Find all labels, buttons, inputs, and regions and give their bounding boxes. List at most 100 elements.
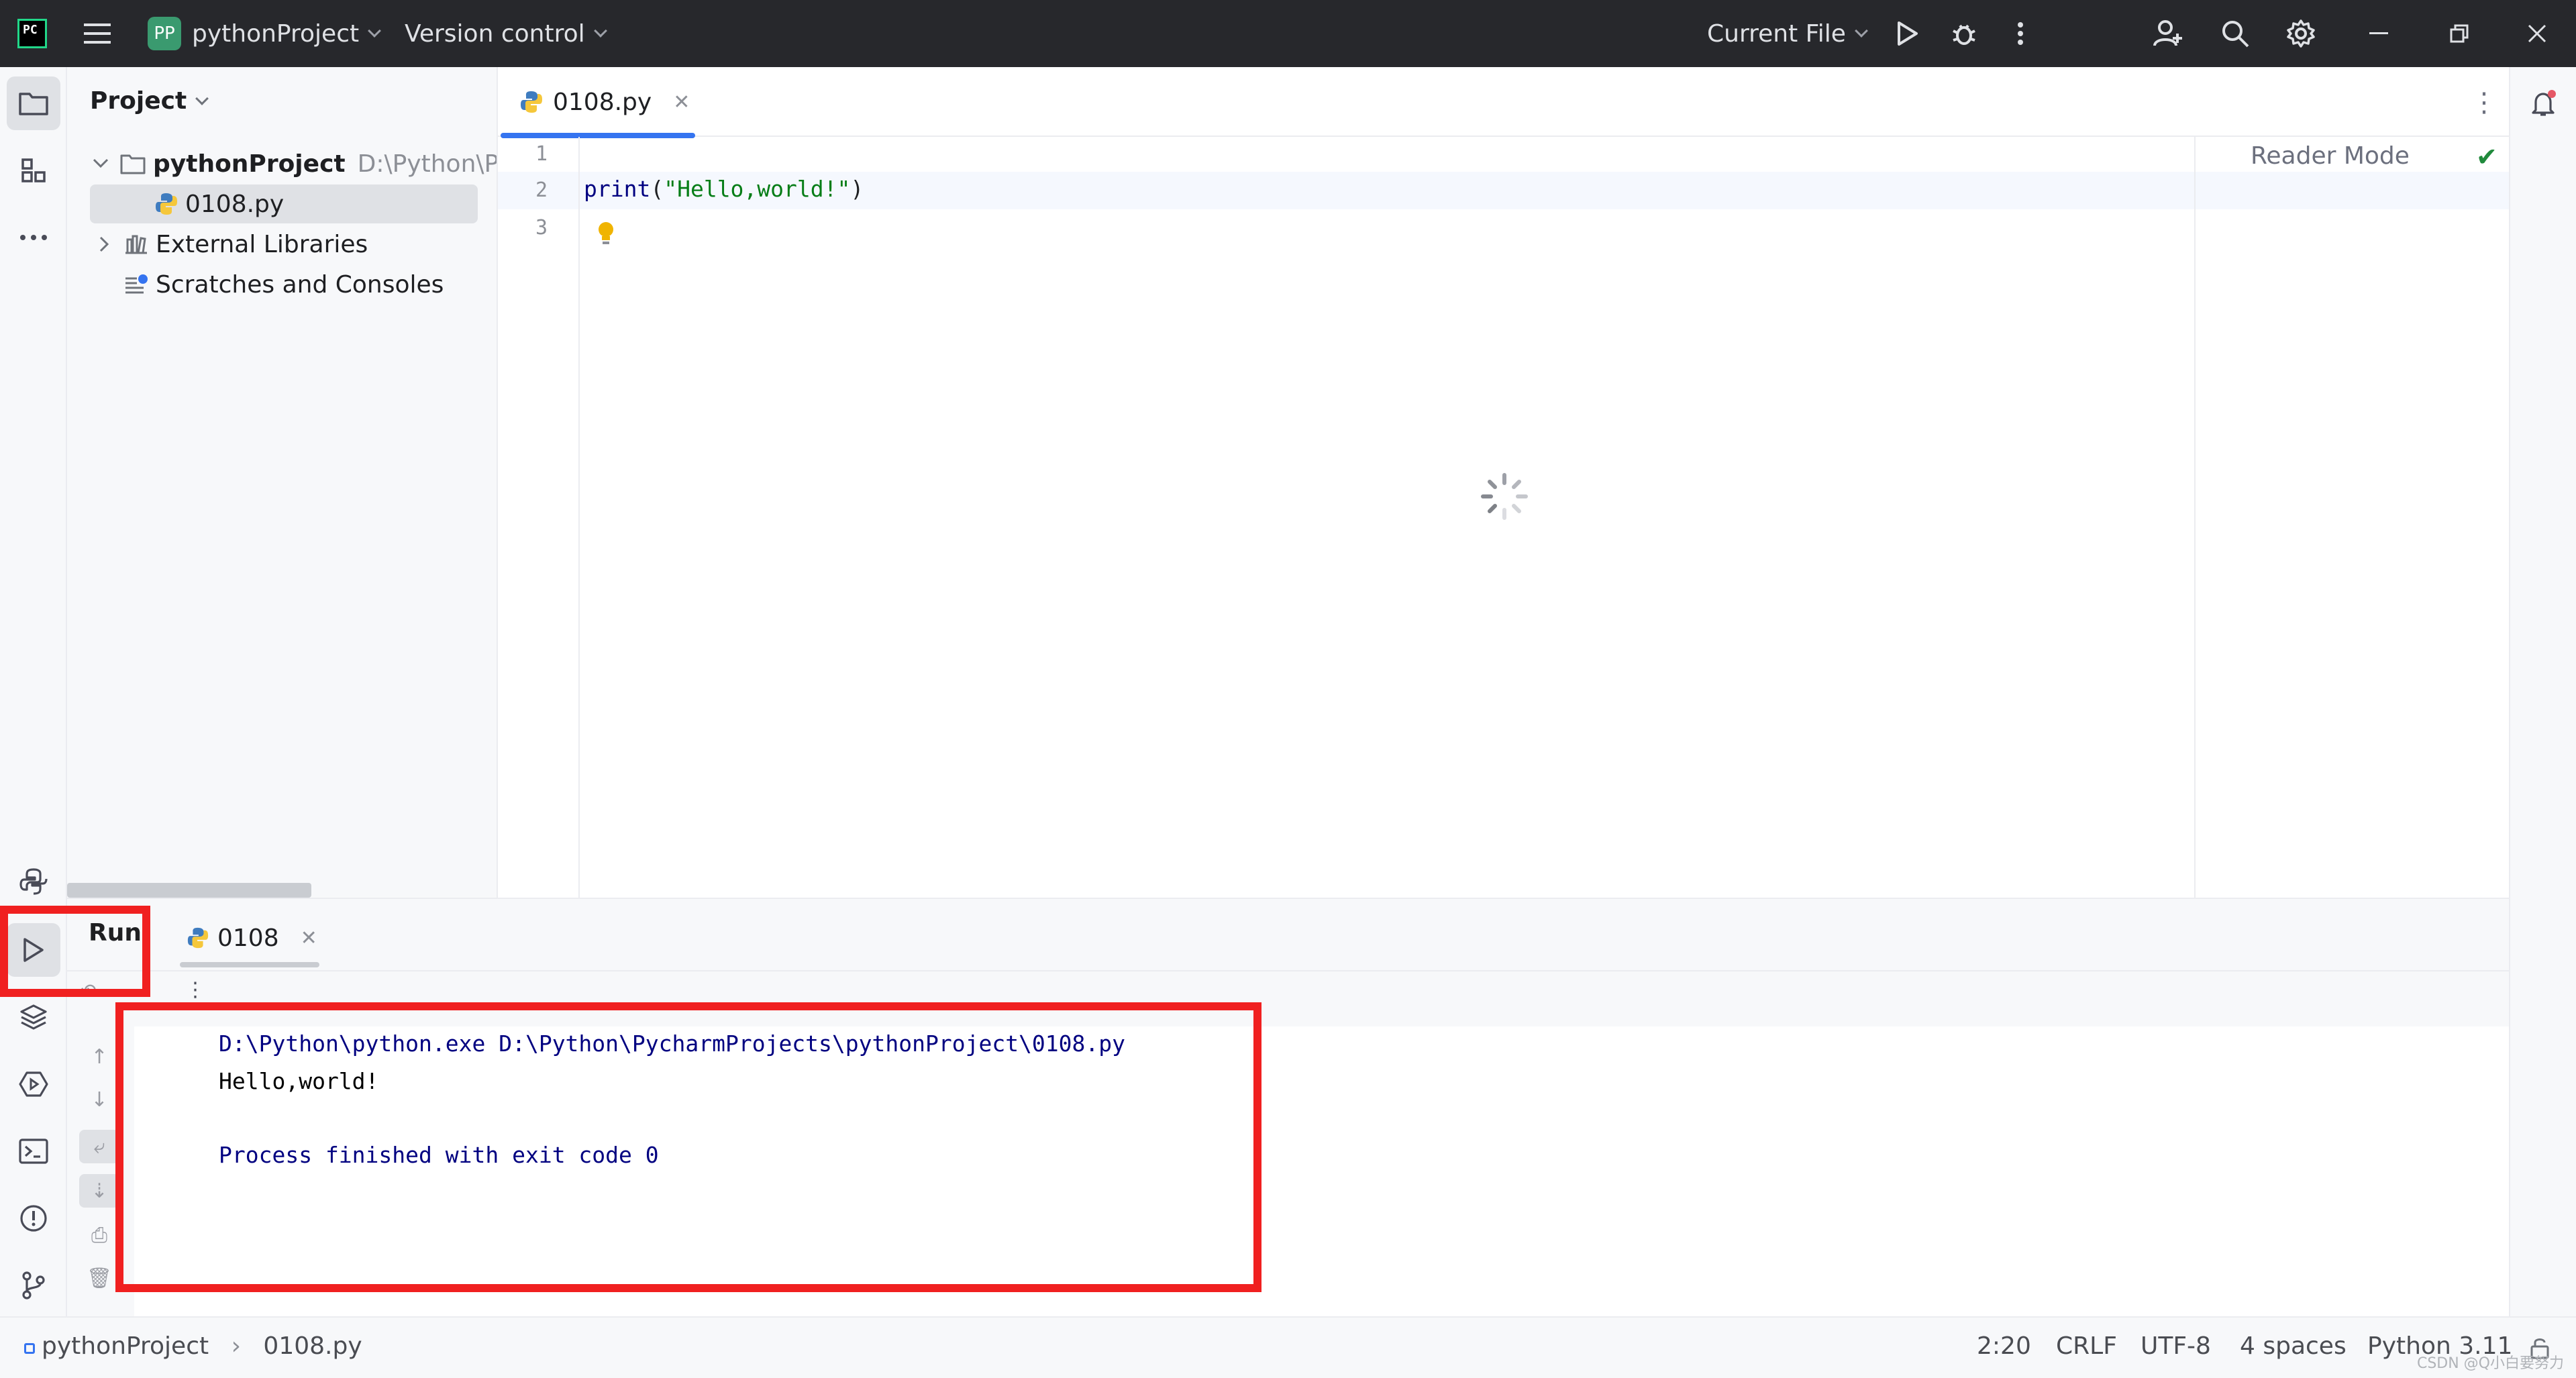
folder-icon [119, 152, 146, 175]
problems-icon[interactable] [7, 1191, 60, 1245]
python-file-icon [519, 90, 544, 114]
reader-mode-toggle[interactable]: Reader Mode [2251, 142, 2410, 170]
run-tab-0108[interactable]: 0108 ✕ [180, 906, 319, 970]
module-square-icon [24, 1343, 35, 1354]
run-config-selector[interactable]: Current File [1707, 0, 1866, 67]
python-packages-layers-icon[interactable] [7, 990, 60, 1044]
scroll-down-arrow-icon[interactable]: ↓ [79, 1083, 119, 1116]
project-switcher[interactable]: PP pythonProject [148, 0, 379, 67]
breadcrumb-file: 0108.py [263, 1332, 362, 1360]
project-panel-title: Project [90, 87, 187, 115]
project-name: pythonProject [192, 20, 359, 48]
print-icon[interactable]: ⎙ [79, 1218, 119, 1252]
minimize-window-icon[interactable] [2362, 17, 2395, 50]
tree-item-label: External Libraries [156, 231, 368, 258]
horizontal-scrollbar[interactable] [67, 883, 311, 898]
tree-item-scratches[interactable]: Scratches and Consoles [123, 265, 444, 304]
active-run-tab-indicator [180, 962, 319, 967]
tree-item-label: Scratches and Consoles [156, 271, 444, 299]
line-number-gutter: 1 2 3 [498, 137, 580, 923]
chevron-right-icon[interactable] [98, 235, 111, 254]
editor-tab-bar: 0108.py ✕ ⋮ [498, 67, 2509, 137]
tree-item-path: D:\Python\Pych [358, 150, 498, 178]
services-icon[interactable] [7, 1057, 60, 1111]
version-control-label: Version control [405, 20, 585, 48]
chevron-down-icon [594, 24, 607, 38]
status-bar: pythonProject › 0108.py 2:20 CRLF UTF-8 … [0, 1316, 2576, 1378]
soft-wrap-icon[interactable]: ⤶ [79, 1130, 119, 1163]
python-file-icon [154, 192, 178, 216]
project-badge: PP [148, 17, 181, 50]
version-control-menu[interactable]: Version control [405, 0, 605, 67]
git-branch-icon[interactable] [7, 1259, 60, 1312]
clear-trash-icon[interactable]: 🗑 [79, 1261, 119, 1295]
run-tab-label: 0108 [217, 924, 279, 952]
intention-bulb-icon[interactable] [596, 220, 616, 250]
run-play-icon[interactable] [1891, 17, 1924, 50]
scroll-to-end-icon[interactable]: ⇣ [79, 1174, 119, 1208]
chevron-down-icon [368, 24, 381, 38]
project-tool-folder-icon[interactable] [7, 76, 60, 130]
close-tab-icon[interactable]: ✕ [301, 926, 317, 950]
library-icon [123, 233, 149, 256]
project-panel-header[interactable]: Project [90, 87, 207, 115]
more-actions-kebab-icon[interactable] [2004, 17, 2037, 50]
code-string: "Hello,world!" [664, 176, 850, 202]
tree-item-label: 0108.py [185, 191, 284, 218]
main-menu-hamburger-icon[interactable] [81, 17, 114, 50]
line-separator[interactable]: CRLF [2056, 1332, 2117, 1360]
caret-position[interactable]: 2:20 [1977, 1332, 2031, 1360]
search-icon[interactable] [2218, 17, 2252, 50]
debug-bug-icon[interactable] [1947, 17, 1981, 50]
close-window-icon[interactable] [2520, 17, 2554, 50]
tree-item-project-root[interactable]: pythonProject D:\Python\Pych [91, 144, 498, 183]
restore-window-icon[interactable] [2442, 17, 2476, 50]
editor-tab-0108[interactable]: 0108.py ✕ [498, 67, 697, 137]
left-tool-strip [0, 67, 67, 1316]
indent-setting[interactable]: 4 spaces [2240, 1332, 2347, 1360]
right-tool-strip [2509, 67, 2576, 1316]
file-encoding[interactable]: UTF-8 [2141, 1332, 2211, 1360]
annotation-console-output-highlight [115, 1002, 1261, 1292]
inspection-ok-check-icon[interactable]: ✔ [2476, 142, 2497, 172]
chevron-down-icon[interactable] [91, 157, 110, 170]
editor-more-kebab-icon[interactable]: ⋮ [2471, 87, 2497, 118]
code-paren-close: ) [850, 176, 864, 202]
scroll-up-arrow-icon[interactable]: ↑ [79, 1040, 119, 1073]
more-tools-icon[interactable] [7, 211, 60, 264]
breadcrumb[interactable]: pythonProject › 0108.py [24, 1332, 362, 1360]
editor-tab-label: 0108.py [553, 89, 652, 116]
add-user-icon[interactable] [2151, 17, 2185, 50]
scratches-icon [123, 273, 149, 296]
right-margin-guide [2194, 137, 2196, 923]
editor-area: 0108.py ✕ ⋮ 1 2 3 print("Hello,world!") … [498, 67, 2509, 898]
project-panel: Project pythonProject D:\Python\Pych 010… [67, 67, 498, 898]
watermark: CSDN @Q小白要努力 [2417, 1351, 2564, 1373]
python-console-icon[interactable] [7, 855, 60, 908]
chevron-down-icon [1855, 24, 1868, 38]
notifications-bell-icon[interactable] [2517, 76, 2571, 130]
structure-icon[interactable] [7, 144, 60, 197]
terminal-icon[interactable] [7, 1124, 60, 1178]
line-number: 2 [498, 178, 548, 202]
tree-item-file[interactable]: 0108.py [90, 184, 478, 223]
loading-spinner-icon [1478, 470, 1531, 526]
breadcrumb-project: pythonProject [42, 1332, 209, 1360]
close-tab-icon[interactable]: ✕ [673, 91, 690, 114]
code-function: print [584, 176, 650, 202]
code-line-2[interactable]: print("Hello,world!") [584, 176, 864, 202]
python-file-icon [187, 926, 209, 949]
chevron-down-icon [195, 92, 209, 105]
tree-item-label: pythonProject [153, 150, 346, 178]
run-toolbar-separator [67, 970, 2509, 971]
annotation-run-button-highlight [0, 906, 150, 997]
pycharm-logo-icon: PC [17, 19, 47, 48]
line-number: 1 [498, 142, 548, 166]
run-config-label: Current File [1707, 20, 1846, 48]
title-bar: PC PP pythonProject Version control Curr… [0, 0, 2576, 67]
tree-item-external-libraries[interactable]: External Libraries [98, 225, 368, 264]
run-toolbar-more-icon[interactable]: ⋮ [185, 978, 205, 1002]
code-paren-open: ( [650, 176, 664, 202]
settings-gear-icon[interactable] [2284, 17, 2318, 50]
breadcrumb-separator-icon: › [231, 1332, 241, 1360]
